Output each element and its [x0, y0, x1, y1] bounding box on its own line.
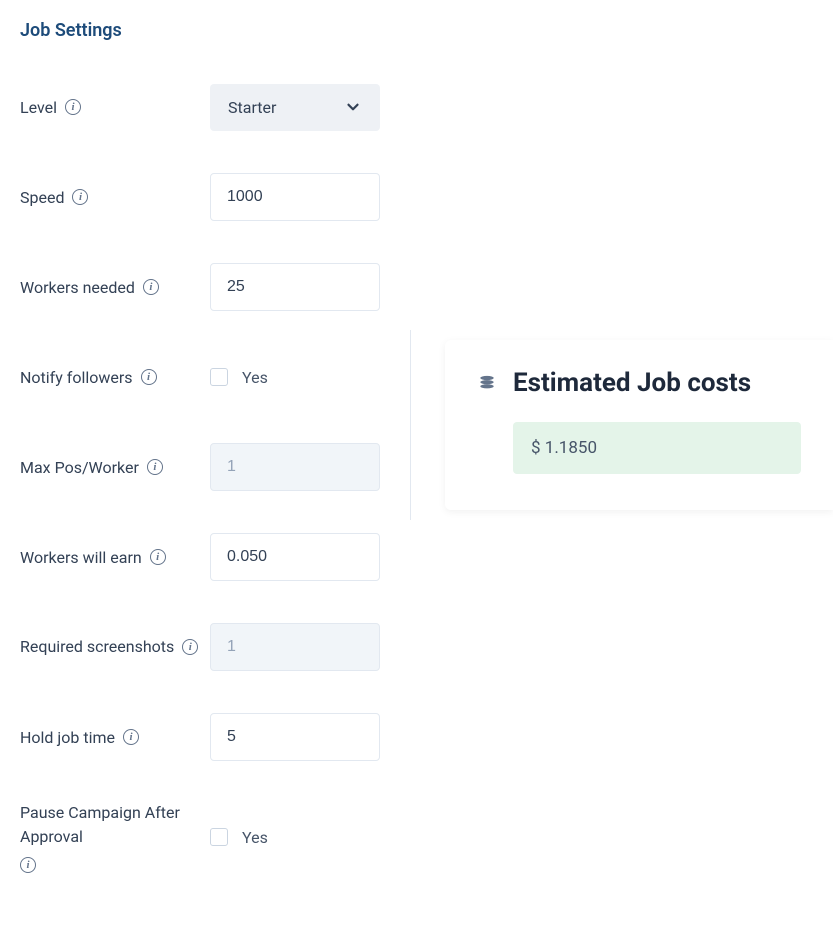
notify-followers-checkbox[interactable] — [210, 368, 228, 386]
cost-title: Estimated Job costs — [513, 368, 751, 398]
speed-row: Speed i — [20, 171, 813, 223]
level-label: Level i — [20, 98, 210, 117]
info-icon[interactable]: i — [143, 279, 159, 295]
required-screenshots-row: Required screenshots i — [20, 621, 813, 673]
level-dropdown[interactable]: Starter — [210, 84, 380, 131]
info-icon[interactable]: i — [123, 729, 139, 745]
required-screenshots-label: Required screenshots i — [20, 635, 210, 659]
workers-needed-label: Workers needed i — [20, 278, 210, 297]
max-pos-input — [210, 443, 380, 491]
max-pos-label: Max Pos/Worker i — [20, 458, 210, 477]
notify-followers-label: Notify followers i — [20, 368, 210, 387]
hold-job-time-label-text: Hold job time — [20, 728, 115, 747]
section-title: Job Settings — [20, 20, 813, 41]
info-icon[interactable]: i — [20, 857, 36, 873]
speed-label-text: Speed — [20, 188, 64, 207]
hold-job-time-row: Hold job time i — [20, 711, 813, 763]
workers-needed-row: Workers needed i — [20, 261, 813, 313]
info-icon[interactable]: i — [141, 369, 157, 385]
notify-followers-checkbox-group: Yes — [210, 368, 268, 387]
workers-needed-label-text: Workers needed — [20, 278, 135, 297]
vertical-divider — [410, 330, 411, 520]
workers-earn-row: Workers will earn i — [20, 531, 813, 583]
max-pos-label-text: Max Pos/Worker — [20, 458, 139, 477]
pause-campaign-checkbox-group: Yes — [210, 828, 268, 847]
pause-campaign-label-text: Pause Campaign After Approval — [20, 801, 210, 849]
workers-needed-input[interactable] — [210, 263, 380, 311]
speed-label: Speed i — [20, 188, 210, 207]
chevron-down-icon — [344, 98, 362, 116]
level-label-text: Level — [20, 98, 57, 117]
info-icon[interactable]: i — [72, 189, 88, 205]
pause-campaign-option-label: Yes — [242, 828, 268, 847]
info-icon[interactable]: i — [150, 549, 166, 565]
notify-followers-option-label: Yes — [242, 368, 268, 387]
required-screenshots-label-text: Required screenshots — [20, 635, 174, 659]
speed-input[interactable] — [210, 173, 380, 221]
required-screenshots-input — [210, 623, 380, 671]
workers-earn-label-text: Workers will earn — [20, 548, 142, 567]
level-selected-value: Starter — [228, 98, 276, 117]
pause-campaign-label: Pause Campaign After Approval i — [20, 801, 210, 873]
hold-job-time-input[interactable] — [210, 713, 380, 761]
workers-earn-input[interactable] — [210, 533, 380, 581]
hold-job-time-label: Hold job time i — [20, 728, 210, 747]
info-icon[interactable]: i — [147, 459, 163, 475]
cost-value: $ 1.1850 — [513, 422, 801, 474]
pause-campaign-checkbox[interactable] — [210, 828, 228, 846]
notify-followers-label-text: Notify followers — [20, 368, 133, 387]
pause-campaign-row: Pause Campaign After Approval i Yes — [20, 801, 813, 873]
level-row: Level i Starter — [20, 81, 813, 133]
cost-panel: Estimated Job costs $ 1.1850 — [445, 340, 833, 510]
coins-icon — [477, 373, 497, 393]
info-icon[interactable]: i — [182, 639, 198, 655]
info-icon[interactable]: i — [65, 99, 81, 115]
cost-header: Estimated Job costs — [477, 368, 801, 398]
workers-earn-label: Workers will earn i — [20, 548, 210, 567]
